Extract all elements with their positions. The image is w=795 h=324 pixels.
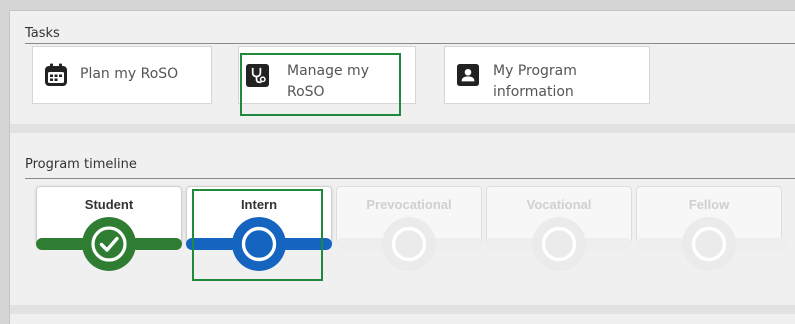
- my-program-information-button[interactable]: My Program information: [444, 46, 650, 104]
- future-stage-icon: [682, 217, 736, 271]
- intern-stage-highlight: [192, 189, 323, 281]
- plan-my-roso-label: Plan my RoSO: [80, 66, 179, 82]
- timeline-rule: [25, 178, 795, 179]
- future-stage-icon: [532, 217, 586, 271]
- completed-check-icon: [82, 217, 136, 271]
- section-divider: [10, 124, 795, 133]
- timeline-heading: Program timeline: [25, 157, 137, 172]
- contact-card-icon: [457, 64, 479, 86]
- stage-label: Fellow: [688, 197, 730, 212]
- my-program-label-line2: information: [493, 84, 574, 100]
- tasks-heading: Tasks: [25, 26, 60, 41]
- stage-label: Student: [84, 197, 134, 212]
- tasks-rule: [25, 43, 795, 44]
- manage-my-roso-highlight: [240, 53, 401, 116]
- future-stage-icon: [382, 217, 436, 271]
- calendar-icon: [45, 63, 67, 86]
- plan-my-roso-button[interactable]: Plan my RoSO: [32, 46, 212, 104]
- my-program-label-line1: My Program: [493, 63, 577, 79]
- stage-label: Prevocational: [366, 197, 452, 212]
- bottom-divider: [10, 305, 795, 314]
- stage-label: Vocational: [526, 197, 592, 212]
